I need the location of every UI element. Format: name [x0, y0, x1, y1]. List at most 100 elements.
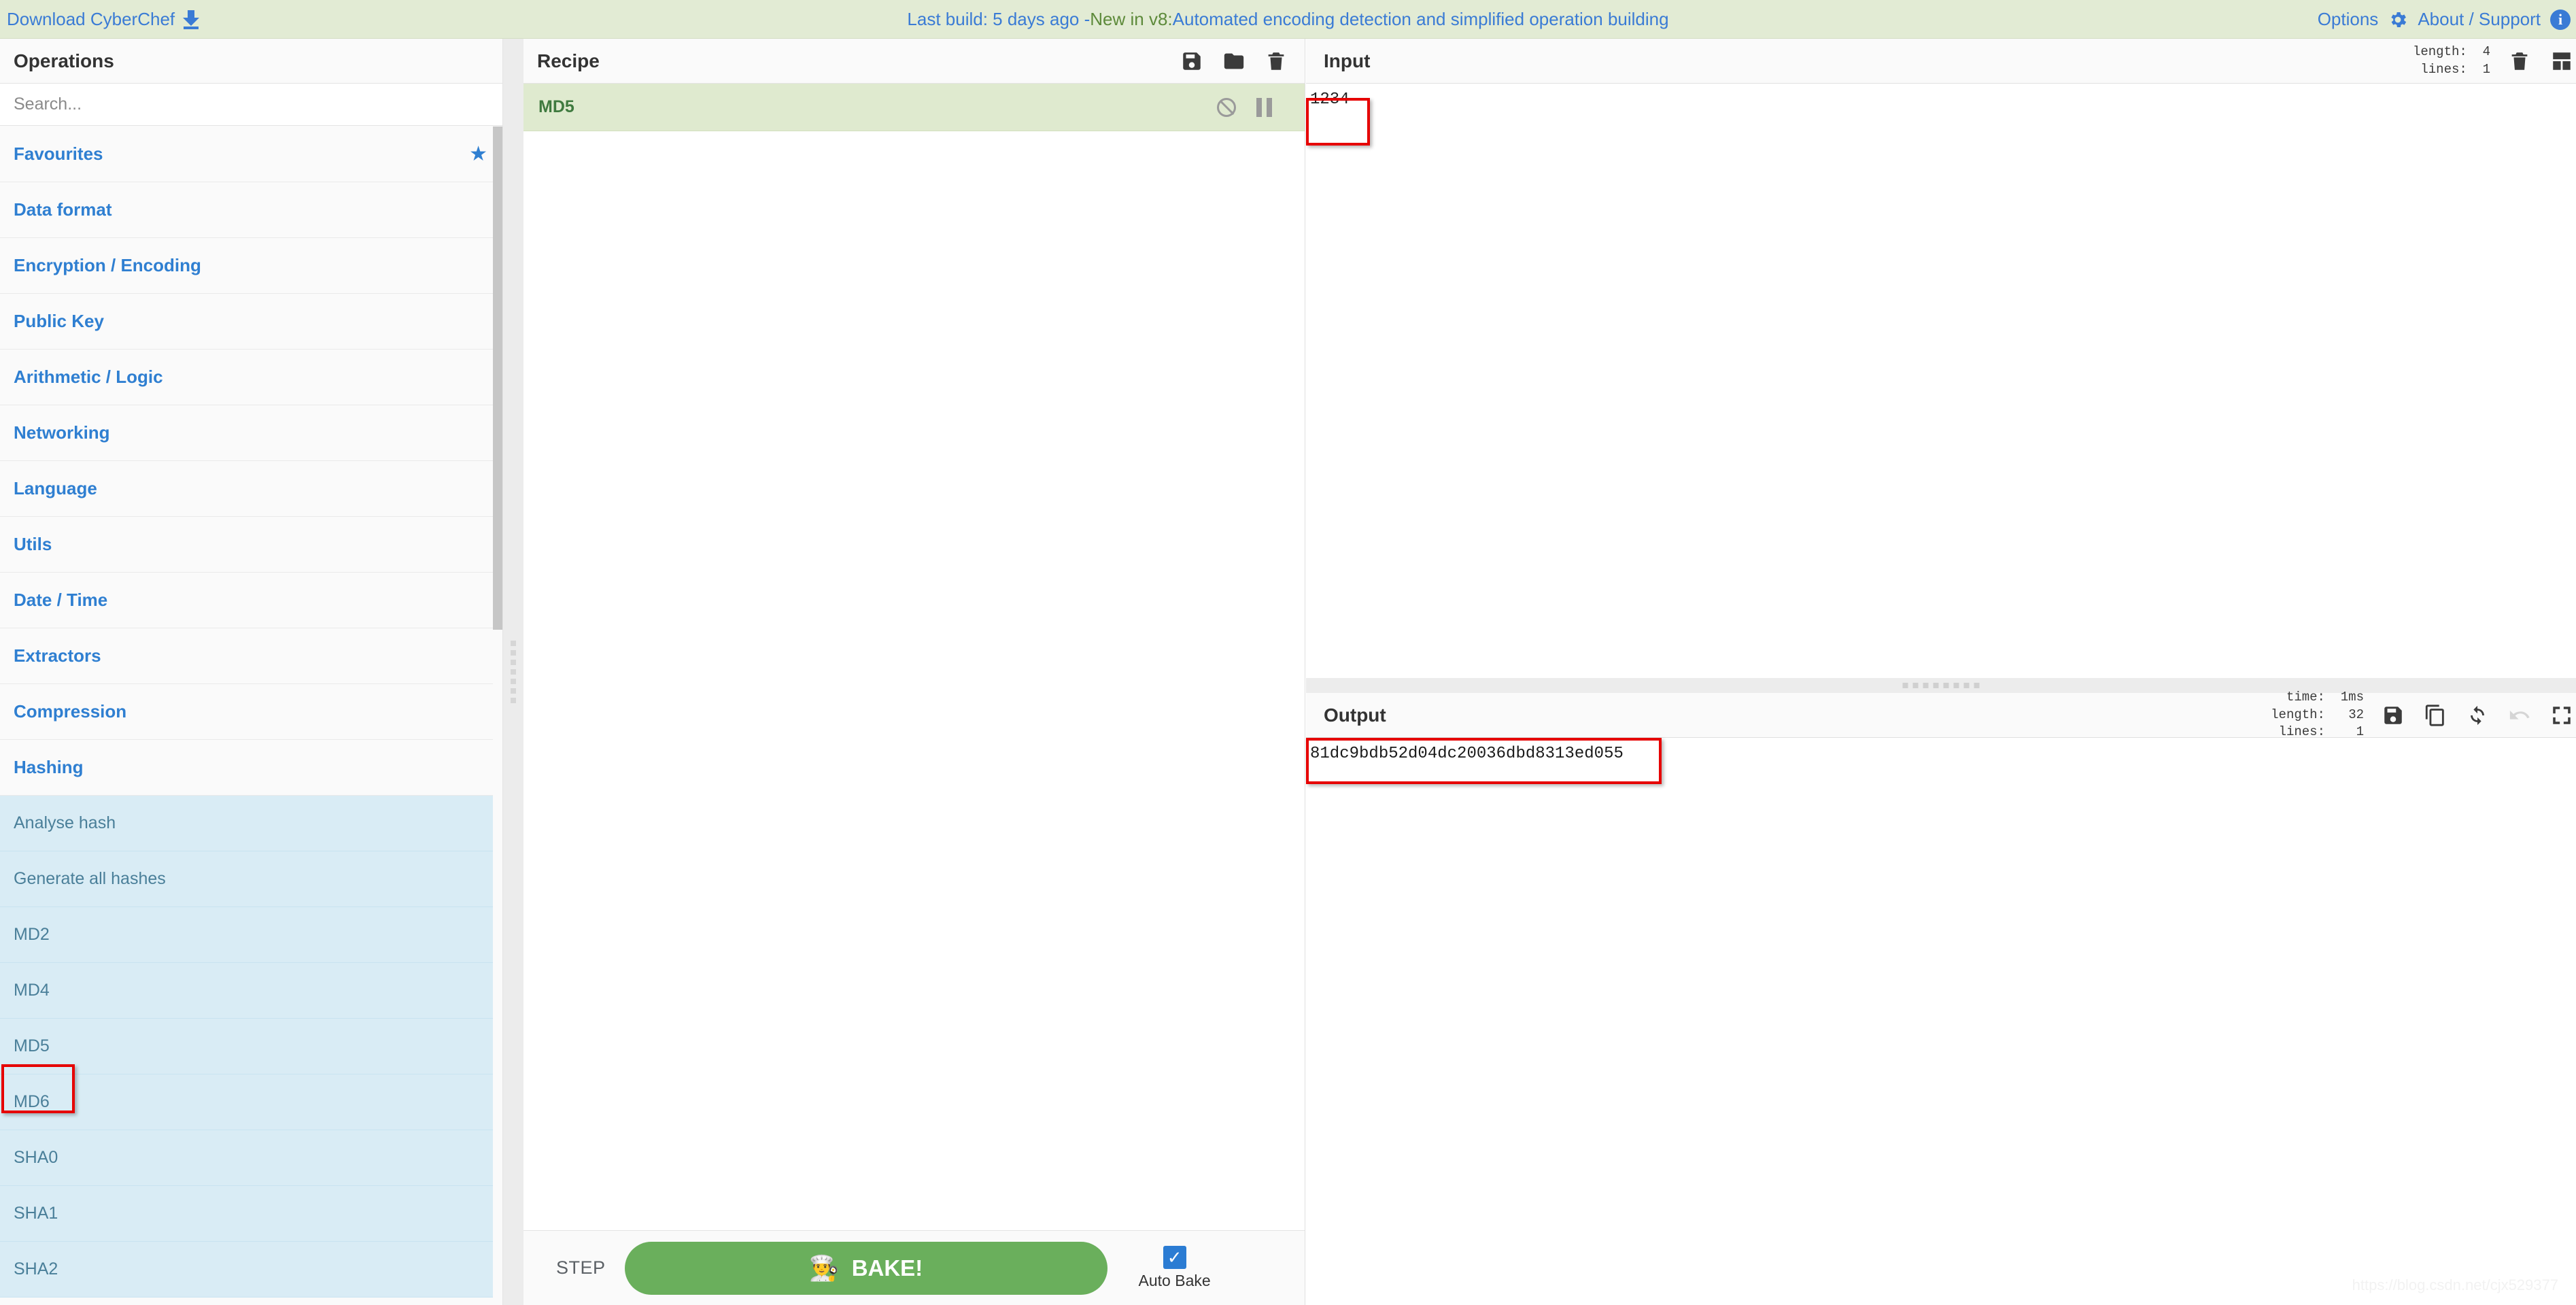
- input-pane: Input length: 4 lines: 1 1234: [1306, 39, 2576, 678]
- category-label: Extractors: [14, 645, 101, 666]
- star-icon: ★: [469, 143, 487, 165]
- input-textarea[interactable]: 1234: [1306, 84, 2576, 678]
- auto-bake-label: Auto Bake: [1138, 1272, 1211, 1289]
- trash-icon[interactable]: [1265, 50, 1288, 73]
- output-time-value: 1ms: [2340, 690, 2364, 705]
- operation-sha0[interactable]: SHA0: [0, 1130, 502, 1186]
- sidebar-item-favourites[interactable]: Favourites ★: [0, 126, 502, 182]
- sidebar-item-encryption-encoding[interactable]: Encryption / Encoding: [0, 238, 502, 294]
- sidebar-item-data-format[interactable]: Data format: [0, 182, 502, 238]
- sidebar-item-utils[interactable]: Utils: [0, 517, 502, 573]
- scrollbar-thumb[interactable]: [493, 126, 502, 630]
- save-icon[interactable]: [1180, 50, 1203, 73]
- output-textarea[interactable]: 81dc9bdb52d04dc20036dbd8313ed055: [1306, 738, 2576, 1305]
- output-time-label: time:: [2286, 690, 2325, 705]
- info-circle-icon[interactable]: i: [2550, 9, 2571, 30]
- input-stats: length: 4 lines: 1: [2412, 44, 2490, 77]
- banner-right-group: Options About / Support i: [2318, 0, 2571, 39]
- banner-center-group: Last build: 5 days ago - New in v8: Auto…: [0, 0, 2576, 39]
- output-title: Output: [1324, 704, 1386, 726]
- category-label: Date / Time: [14, 590, 108, 610]
- recipe-operation-md5[interactable]: MD5: [523, 84, 1305, 131]
- top-banner: Download CyberChef Last build: 5 days ag…: [0, 0, 2576, 39]
- category-label: Arithmetic / Logic: [14, 367, 163, 387]
- sidebar-item-language[interactable]: Language: [0, 461, 502, 517]
- sidebar-item-hashing[interactable]: Hashing: [0, 740, 502, 796]
- sidebar-item-networking[interactable]: Networking: [0, 405, 502, 461]
- operations-scrollbar[interactable]: [493, 126, 502, 1305]
- recipe-operation-controls: [1217, 97, 1272, 117]
- operations-panel: Operations Favourites ★ Data format Encr…: [0, 39, 503, 1305]
- search-input[interactable]: [0, 84, 502, 125]
- bake-button[interactable]: 👨‍🍳 BAKE!: [624, 1241, 1107, 1295]
- operation-md6[interactable]: MD6: [0, 1074, 502, 1130]
- category-label: Language: [14, 478, 97, 498]
- auto-bake-toggle[interactable]: ✓ Auto Bake: [1139, 1246, 1211, 1290]
- sidebar-item-compression[interactable]: Compression: [0, 684, 502, 740]
- search-field-wrapper: [0, 84, 502, 126]
- pause-icon[interactable]: [1256, 97, 1272, 117]
- operation-sha2[interactable]: SHA2: [0, 1242, 502, 1298]
- banner-left-group: Download CyberChef: [7, 0, 200, 39]
- step-button[interactable]: STEP: [556, 1257, 606, 1278]
- io-panel: Input length: 4 lines: 1 1234 Output tim…: [1306, 39, 2576, 1305]
- splitter-grip: [511, 641, 516, 703]
- operations-list: Favourites ★ Data format Encryption / En…: [0, 126, 502, 1305]
- category-label: Data format: [14, 199, 112, 220]
- category-label: Compression: [14, 701, 127, 722]
- grid-layout-icon[interactable]: [2550, 50, 2573, 73]
- operation-md4[interactable]: MD4: [0, 963, 502, 1019]
- last-build-text: Last build: 5 days ago -: [907, 9, 1090, 29]
- maximize-icon[interactable]: [2550, 704, 2573, 727]
- input-header-icons: [2508, 50, 2573, 73]
- recipe-title: Recipe: [537, 50, 600, 71]
- gear-icon[interactable]: [2388, 10, 2408, 30]
- output-pane: Output time: 1ms length: 32 lines: 1 81d…: [1306, 690, 2576, 1305]
- category-label: Utils: [14, 534, 52, 554]
- copy-icon[interactable]: [2424, 704, 2447, 727]
- about-support-link[interactable]: About / Support: [2418, 9, 2541, 30]
- output-length-value: 32: [2348, 707, 2364, 722]
- bake-bar: STEP 👨‍🍳 BAKE! ✓ Auto Bake: [523, 1230, 1305, 1305]
- sidebar-item-arithmetic-logic[interactable]: Arithmetic / Logic: [0, 350, 502, 405]
- recipe-panel: Recipe MD5 STEP 👨‍🍳 BAKE!: [523, 39, 1305, 1305]
- operation-md5[interactable]: MD5: [0, 1019, 502, 1074]
- folder-open-icon[interactable]: [1222, 50, 1246, 73]
- auto-bake-checkbox[interactable]: ✓: [1163, 1246, 1186, 1269]
- category-label: Public Key: [14, 311, 104, 331]
- operations-recipe-splitter[interactable]: [503, 39, 523, 1305]
- input-header-right: length: 4 lines: 1: [2413, 44, 2576, 78]
- feature-text: Automated encoding detection and simplif…: [1172, 9, 1669, 29]
- category-label: Networking: [14, 422, 110, 443]
- operation-generate-all-hashes[interactable]: Generate all hashes: [0, 851, 502, 907]
- sidebar-item-extractors[interactable]: Extractors: [0, 628, 502, 684]
- trash-icon[interactable]: [2508, 50, 2531, 73]
- sidebar-item-date-time[interactable]: Date / Time: [0, 573, 502, 628]
- output-length-label: length:: [2271, 707, 2325, 722]
- save-icon[interactable]: [2382, 704, 2405, 727]
- chef-icon: 👨‍🍳: [808, 1253, 840, 1282]
- sidebar-item-public-key[interactable]: Public Key: [0, 294, 502, 350]
- recipe-operation-label: MD5: [538, 97, 574, 116]
- refresh-icon[interactable]: [2466, 704, 2489, 727]
- bake-button-label: BAKE!: [851, 1255, 923, 1281]
- options-link[interactable]: Options: [2318, 9, 2379, 30]
- output-header: Output time: 1ms length: 32 lines: 1: [1306, 690, 2576, 739]
- recipe-header-icons: [1180, 50, 1288, 73]
- operation-sha1[interactable]: SHA1: [0, 1186, 502, 1242]
- favourites-label: Favourites: [14, 143, 103, 164]
- download-arrow-icon[interactable]: [183, 10, 200, 29]
- undo-icon[interactable]: [2508, 704, 2531, 727]
- operation-analyse-hash[interactable]: Analyse hash: [0, 796, 502, 851]
- recipe-operations-list[interactable]: MD5: [523, 84, 1305, 1230]
- operation-md2[interactable]: MD2: [0, 907, 502, 963]
- new-in-v8-label: New in v8:: [1090, 9, 1173, 29]
- download-cyberchef-link[interactable]: Download CyberChef: [7, 9, 175, 30]
- watermark-text: https://blog.csdn.net/cjx529377: [2352, 1276, 2558, 1293]
- input-title: Input: [1324, 50, 1371, 71]
- category-label: Encryption / Encoding: [14, 255, 201, 275]
- splitter-grip: [1902, 683, 1980, 688]
- recipe-header: Recipe: [523, 39, 1305, 84]
- operations-title: Operations: [0, 39, 502, 84]
- disable-circle-slash-icon[interactable]: [1217, 97, 1236, 117]
